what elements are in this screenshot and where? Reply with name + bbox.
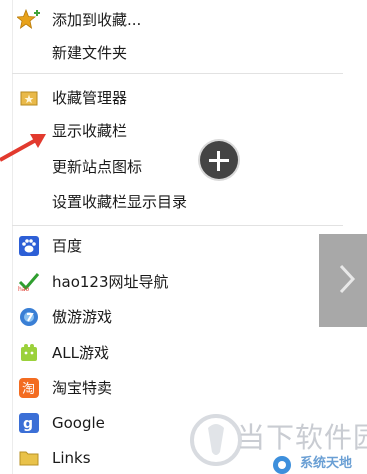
menu-label: 显示收藏栏 (52, 122, 128, 140)
menu-item-add-to-favorites[interactable]: 添加到收藏... (0, 6, 343, 34)
bookmark-label: 百度 (52, 237, 83, 255)
all-games-icon (17, 341, 41, 365)
add-circle-button[interactable] (200, 141, 238, 179)
watermark-text: 当下软件园 (237, 421, 367, 454)
baidu-paw-icon (17, 234, 41, 258)
hao123-icon: hao (17, 270, 41, 294)
svg-text:淘: 淘 (22, 382, 35, 397)
google-icon: g (17, 411, 41, 435)
menu-item-new-folder[interactable]: 新建文件夹 (0, 39, 343, 67)
chevron-right-icon (339, 264, 356, 294)
menu-label: 设置收藏栏显示目录 (52, 193, 188, 211)
taobao-icon: 淘 (17, 376, 41, 400)
svg-text:hao: hao (18, 286, 29, 292)
menu-label: 收藏管理器 (52, 89, 128, 107)
watermark-subtext: 系统天地 (300, 456, 353, 471)
star-plus-icon (17, 8, 41, 32)
favorites-folder-icon (17, 86, 41, 110)
bookmark-item-baidu[interactable]: 百度 (0, 232, 343, 260)
bookmark-label: 傲游游戏 (52, 308, 113, 326)
bookmark-label: ALL游戏 (52, 344, 109, 362)
menu-separator (12, 73, 343, 74)
bookmark-label: hao123网址导航 (52, 273, 169, 291)
svg-text:g: g (23, 416, 33, 432)
bookmark-label: Links (52, 449, 91, 467)
menu-label: 添加到收藏... (52, 11, 142, 29)
menu-item-set-favorites-bar-dir[interactable]: 设置收藏栏显示目录 (0, 188, 343, 216)
side-scroll-panel[interactable] (319, 234, 367, 327)
menu-label: 新建文件夹 (52, 44, 128, 62)
bookmark-item-maxthon-games[interactable]: 傲游游戏 (0, 303, 343, 331)
context-menu: 添加到收藏... 新建文件夹 收藏管理器 显示收藏栏 更新站点图标 设置收藏栏显… (0, 0, 343, 474)
bookmark-item-hao123[interactable]: hao hao123网址导航 (0, 268, 343, 296)
maxthon-games-icon (17, 305, 41, 329)
bookmark-label: 淘宝特卖 (52, 379, 113, 397)
bookmark-item-all-games[interactable]: ALL游戏 (0, 339, 343, 367)
bookmark-item-taobao[interactable]: 淘 淘宝特卖 (0, 374, 343, 402)
annotation-arrow-icon (0, 134, 46, 162)
menu-item-show-favorites-bar[interactable]: 显示收藏栏 (0, 117, 343, 145)
folder-icon (17, 446, 41, 470)
menu-item-favorites-manager[interactable]: 收藏管理器 (0, 84, 343, 112)
menu-separator (12, 225, 343, 226)
bookmark-label: Google (52, 414, 105, 432)
menu-label: 更新站点图标 (52, 158, 143, 176)
menu-item-update-site-icons[interactable]: 更新站点图标 (0, 153, 343, 181)
